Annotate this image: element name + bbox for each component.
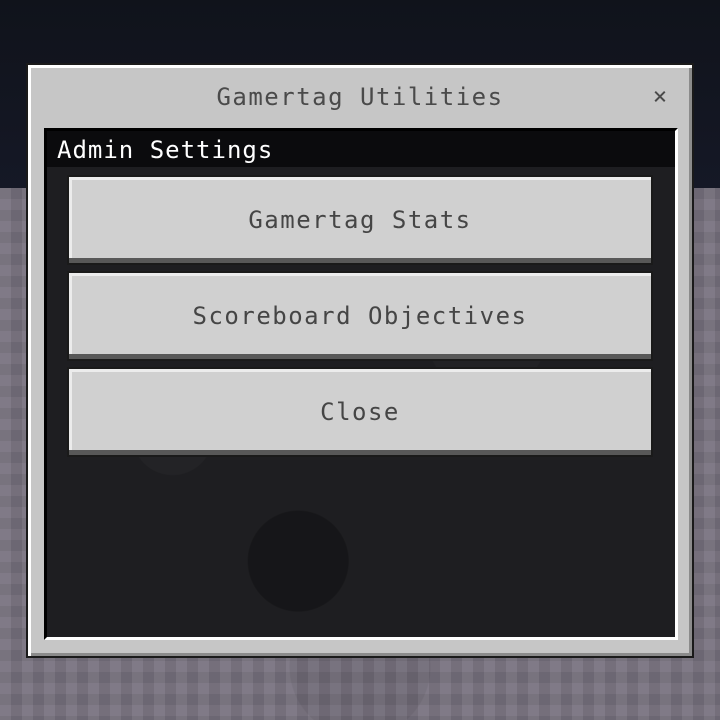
panel-header-label: Admin Settings [57, 136, 274, 164]
scoreboard-objectives-button[interactable]: Scoreboard Objectives [67, 271, 653, 361]
close-button[interactable]: Close [67, 367, 653, 457]
admin-settings-panel: Admin Settings Gamertag Stats Scoreboard… [44, 128, 678, 640]
gamertag-stats-button[interactable]: Gamertag Stats [67, 175, 653, 265]
panel-header: Admin Settings [47, 131, 675, 167]
close-icon[interactable]: × [648, 84, 672, 108]
gamertag-utilities-dialog: Gamertag Utilities × Admin Settings Game… [26, 63, 694, 658]
dialog-title: Gamertag Utilities [216, 83, 504, 111]
